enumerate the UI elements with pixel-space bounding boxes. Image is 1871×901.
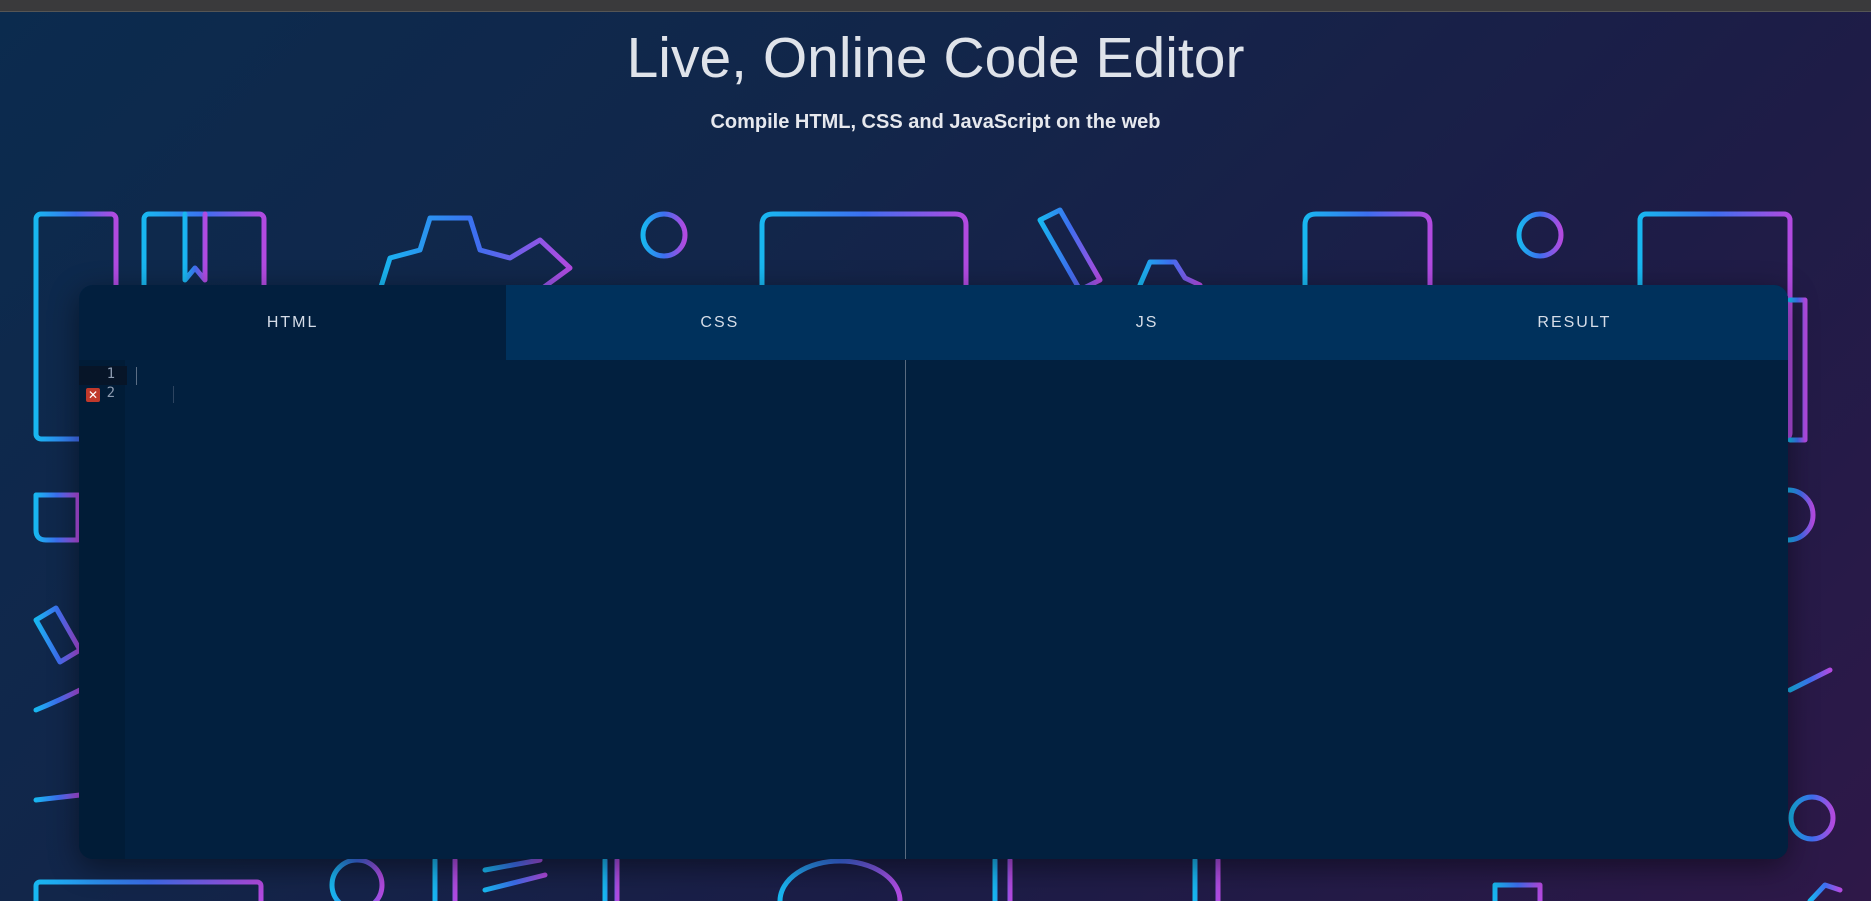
line-number: 1 (106, 366, 115, 382)
html-code-pane[interactable]: 1 ✕ 2 (79, 360, 905, 859)
text-cursor (136, 367, 137, 385)
code-line-1: 1 (79, 366, 127, 385)
indent-guide (173, 386, 174, 403)
result-preview-pane (906, 360, 1788, 859)
tab-css[interactable]: CSS (506, 285, 933, 360)
page-subtitle: Compile HTML, CSS and JavaScript on the … (710, 111, 1161, 133)
tab-result[interactable]: RESULT (1361, 285, 1788, 360)
page-title: Live, Online Code Editor (626, 26, 1245, 90)
editor-tab-bar: HTML CSS JS RESULT (79, 285, 1788, 360)
line-number: 2 (106, 385, 115, 401)
tab-js[interactable]: JS (934, 285, 1361, 360)
code-editor-panel: HTML CSS JS RESULT 1 ✕ 2 (79, 285, 1788, 859)
line-number-gutter (79, 360, 125, 859)
tab-html[interactable]: HTML (79, 285, 507, 360)
